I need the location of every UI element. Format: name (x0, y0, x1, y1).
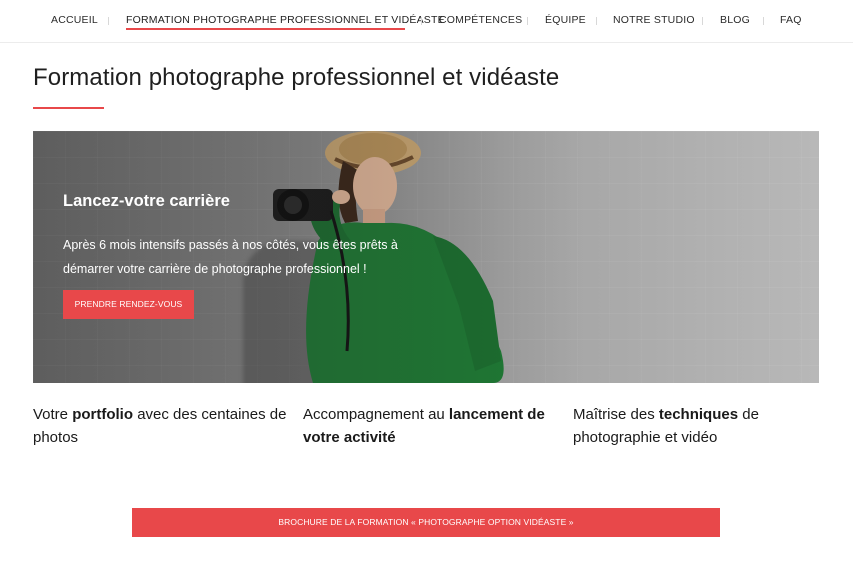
nav-item-blog[interactable]: Blog (720, 14, 750, 26)
nav-list: Accueil Formation photographe profession… (0, 0, 853, 42)
feature-portfolio: Votre portfolio avec des centaines de ph… (33, 403, 293, 449)
nav-item-faq[interactable]: FAQ (780, 14, 802, 26)
feature-techniques: Maîtrise des techniques de photographie … (573, 403, 833, 449)
hero-heading: Lancez-votre carrière (63, 192, 230, 210)
page-title: Formation photographe professionnel et v… (33, 64, 560, 91)
feature-text: Accompagnement au (303, 406, 449, 423)
nav-separator (596, 17, 597, 25)
hero-banner: Lancez-votre carrière Après 6 mois inten… (33, 131, 819, 383)
nav-separator (527, 17, 528, 25)
nav-separator (702, 17, 703, 25)
nav-item-notre-studio[interactable]: Notre studio (613, 14, 695, 26)
book-appointment-button[interactable]: Prendre rendez-vous (63, 290, 194, 319)
feature-text: Votre (33, 406, 73, 423)
nav-separator (763, 17, 764, 25)
feature-highlight: techniques (658, 406, 739, 423)
nav-item-competences[interactable]: Compétences (439, 14, 522, 26)
nav-item-accueil[interactable]: Accueil (51, 14, 98, 26)
feature-highlight: portfolio (72, 406, 134, 423)
brochure-download-button[interactable]: Brochure de la formation « Photographe o… (132, 508, 720, 537)
feature-launch-support: Accompagnement au lancement de votre act… (303, 403, 563, 449)
nav-active-underline (126, 28, 405, 30)
main-navigation: Accueil Formation photographe profession… (0, 0, 853, 43)
title-accent-line (33, 107, 104, 109)
nav-separator (108, 17, 109, 25)
nav-separator (421, 17, 422, 25)
feature-text: Maîtrise des (573, 406, 659, 423)
hero-description: Après 6 mois intensifs passés à nos côté… (63, 238, 398, 276)
nav-item-equipe[interactable]: Équipe (545, 14, 586, 26)
nav-item-formation[interactable]: Formation photographe professionnel et v… (126, 14, 445, 26)
